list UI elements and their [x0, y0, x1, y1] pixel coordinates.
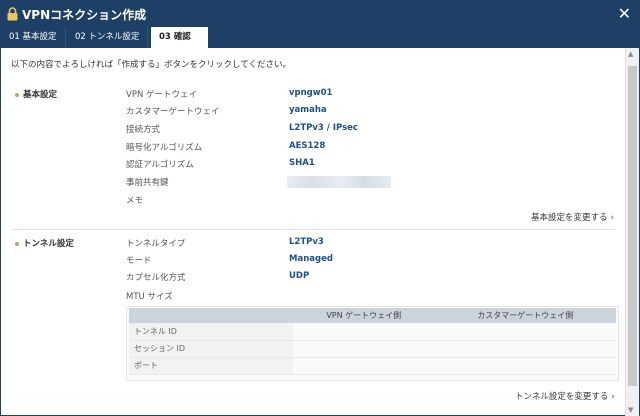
- value-encapsulation: UDP: [289, 271, 310, 281]
- value-tunnel-type: L2TPv3: [289, 237, 324, 247]
- label-tunnel-type: トンネルタイプ: [126, 239, 186, 249]
- value-auth: SHA1: [289, 158, 315, 168]
- label-auth: 認証アルゴリズム: [126, 160, 194, 170]
- section-tunnel-heading: トンネル設定: [15, 237, 74, 249]
- scroll-down-icon[interactable]: ▼: [628, 406, 633, 414]
- label-preshared-key: 事前共有鍵: [126, 178, 169, 188]
- bullet-icon: [15, 241, 19, 246]
- vertical-scrollbar[interactable]: ▲ ▼: [625, 48, 639, 416]
- label-memo: メモ: [126, 196, 144, 206]
- close-icon[interactable]: ✕: [618, 4, 631, 23]
- label-vpn-gateway: VPN ゲートウェイ: [126, 90, 198, 100]
- table-row: トンネル ID: [129, 323, 616, 341]
- table-header-customer-side: カスタマーゲートウェイ側: [434, 308, 616, 323]
- cell-customer-tunnel-id: [434, 323, 616, 341]
- label-customer-gateway: カスタマーゲートウェイ: [126, 107, 220, 117]
- bullet-icon: [15, 92, 19, 97]
- change-tunnel-link[interactable]: トンネル設定を変更する ›: [515, 390, 615, 402]
- table-row: ポート: [129, 357, 616, 375]
- dialog-title: VPNコネクション作成: [22, 8, 147, 22]
- tab-basic-settings[interactable]: 01 基本設定: [1, 27, 66, 48]
- preshared-key-masked: [287, 176, 391, 188]
- tab-tunnel-settings[interactable]: 02 トンネル設定: [67, 27, 149, 48]
- table-header-vpn-side: VPN ゲートウェイ側: [293, 308, 435, 323]
- section-basic-heading: 基本設定: [15, 88, 57, 100]
- table-header-empty: [129, 308, 293, 323]
- section-divider: [11, 229, 615, 230]
- value-connection-type: L2TPv3 / IPsec: [289, 123, 358, 133]
- row-label-session-id: セッション ID: [129, 340, 293, 358]
- chevron-right-icon: ›: [611, 392, 615, 402]
- scrollbar-thumb[interactable]: [628, 66, 637, 386]
- label-connection-type: 接続方式: [126, 125, 161, 135]
- cell-customer-session-id: [434, 340, 616, 358]
- title-bar: VPNコネクション作成 ✕: [1, 1, 639, 27]
- scroll-up-icon[interactable]: ▲: [628, 50, 633, 58]
- cell-vpn-session-id: [293, 340, 435, 358]
- tunnel-id-table: VPN ゲートウェイ側 カスタマーゲートウェイ側 トンネル ID セッション I…: [129, 308, 616, 375]
- intro-text: 以下の内容でよろしければ「作成する」ボタンをクリックしてください。: [11, 60, 291, 70]
- tab-confirm[interactable]: 03 確認: [151, 27, 208, 48]
- cell-customer-port: [434, 357, 616, 375]
- cell-vpn-tunnel-id: [293, 323, 435, 341]
- value-vpn-gateway: vpngw01: [289, 88, 333, 98]
- chevron-right-icon: ›: [610, 213, 614, 223]
- label-mode: モード: [126, 256, 152, 266]
- table-header-row: VPN ゲートウェイ側 カスタマーゲートウェイ側: [129, 308, 616, 323]
- label-encryption: 暗号化アルゴリズム: [126, 143, 203, 153]
- row-label-tunnel-id: トンネル ID: [129, 323, 293, 341]
- confirm-content: 以下の内容でよろしければ「作成する」ボタンをクリックしてください。 基本設定 V…: [1, 48, 625, 416]
- cell-vpn-port: [293, 357, 435, 375]
- label-mtu: MTU サイズ: [126, 292, 173, 302]
- row-label-port: ポート: [129, 357, 293, 375]
- value-encryption: AES128: [289, 141, 326, 151]
- vpn-connection-dialog: VPNコネクション作成 ✕ 01 基本設定 02 トンネル設定 03 確認 以下…: [0, 0, 640, 416]
- change-basic-link[interactable]: 基本設定を変更する ›: [531, 211, 614, 223]
- lock-icon: [7, 7, 18, 21]
- table-row: セッション ID: [129, 340, 616, 358]
- label-encapsulation: カプセル化方式: [126, 273, 186, 283]
- value-customer-gateway: yamaha: [289, 105, 327, 115]
- value-mode: Managed: [289, 254, 333, 264]
- wizard-tabs: 01 基本設定 02 トンネル設定 03 確認: [1, 27, 639, 48]
